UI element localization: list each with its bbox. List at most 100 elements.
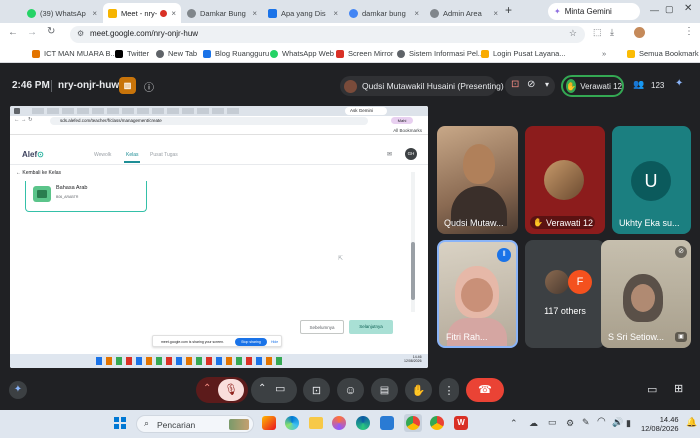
windows-start-icon[interactable] xyxy=(114,417,126,429)
bookmarks-overflow-icon[interactable]: » xyxy=(602,49,606,58)
bookmark-login-pusat[interactable]: Login Pusat Layana... xyxy=(481,49,566,58)
activity-icon[interactable]: ▥ xyxy=(119,77,136,94)
participant-name: Qudsi Mutaw... xyxy=(444,218,504,228)
wps-icon[interactable]: W xyxy=(454,416,468,430)
pen-icon[interactable]: ✎ xyxy=(582,417,590,428)
chevron-up-icon[interactable]: ⌃ xyxy=(510,418,518,429)
bookmark-ruangguru[interactable]: Blog Ruangguru xyxy=(203,49,269,58)
gear-icon[interactable]: ⚙ xyxy=(566,418,574,429)
gemini-notes-icon[interactable]: ✦ xyxy=(9,381,27,399)
more-options-button[interactable]: ⋮ xyxy=(439,378,459,402)
bookmark-new-tab[interactable]: New Tab xyxy=(156,49,197,58)
mic-control[interactable]: ⌃ 🎙 xyxy=(196,377,248,403)
tab-admin-area[interactable]: Admin Area × xyxy=(425,3,503,23)
tab-google-search[interactable]: damkar bung × xyxy=(344,3,424,23)
captions-button[interactable]: ▤ xyxy=(371,378,398,402)
user-avatar: GH xyxy=(405,148,417,160)
battery-level-icon[interactable]: ▮ xyxy=(626,418,631,429)
forward-icon[interactable]: → xyxy=(27,27,37,38)
emoji-button[interactable]: ☺ xyxy=(337,378,364,402)
url-bar[interactable]: ⚙ meet.google.com/nry-onjr-huw ☆ xyxy=(70,26,585,43)
meeting-code: nry-onjr-huw xyxy=(58,80,120,91)
present-options[interactable]: ⊡ ⊘ ▾ xyxy=(505,76,555,96)
profile-avatar[interactable] xyxy=(634,27,645,38)
shared-address-row: ← → ↻ sds.alefed.com/teacher/f/class/man… xyxy=(10,116,428,126)
notification-icon[interactable]: 🔔 xyxy=(686,417,697,428)
close-icon[interactable]: × xyxy=(168,9,176,18)
maximize-icon[interactable]: ▢ xyxy=(665,4,674,15)
google-icon xyxy=(349,8,358,18)
widgets-icon[interactable] xyxy=(262,416,276,430)
close-icon[interactable]: × xyxy=(411,9,419,18)
participant-tile-ukhty[interactable]: U Ukhty Eka su... xyxy=(612,126,691,234)
taskbar-search[interactable]: ⌕ Pencarian xyxy=(136,415,254,433)
participant-tile-qudsi[interactable]: Qudsi Mutaw... xyxy=(437,126,518,234)
bookmark-screen-mirror[interactable]: Screen Mirror xyxy=(336,49,393,58)
tab-apa-yang[interactable]: Apa yang Dis × xyxy=(263,3,343,23)
participant-tile-others[interactable]: F 117 others xyxy=(525,240,605,348)
close-icon[interactable]: × xyxy=(330,9,338,18)
participants-icon[interactable]: 👥 xyxy=(633,79,644,90)
star-icon[interactable]: ☆ xyxy=(569,28,577,39)
speaking-icon: ⦀ xyxy=(497,248,511,262)
cloud-icon[interactable]: ☁ xyxy=(529,418,538,429)
reload-icon[interactable]: ↻ xyxy=(47,26,55,37)
chat-icon[interactable]: ▭ xyxy=(647,383,657,396)
tab-meet[interactable]: Meet - nry- × xyxy=(103,3,181,23)
participant-tile-fitri[interactable]: ⦀ Fitri Rah... xyxy=(437,240,518,348)
activities-icon[interactable]: ⊞ xyxy=(674,382,683,395)
bookmark-ict[interactable]: ICT MAN MUARA B... xyxy=(32,49,117,58)
host-badge[interactable]: ✋ Verawati 12 xyxy=(561,75,624,97)
system-clock[interactable]: 14.46 12/08/2026 xyxy=(641,415,679,433)
chevron-up-icon: ⌃ xyxy=(203,383,212,394)
next-button-label: Selanjutnya xyxy=(359,324,383,329)
tab-damkar[interactable]: Damkar Bung × xyxy=(182,3,262,23)
back-icon[interactable]: ← xyxy=(8,27,18,38)
minimize-icon[interactable]: — xyxy=(650,5,659,15)
site-info-icon[interactable]: ⚙ xyxy=(77,29,84,38)
meeting-info-icon[interactable]: ⓘ xyxy=(144,79,154,94)
tab-whatsapp[interactable]: (39) WhatsAp × xyxy=(22,3,102,23)
file-explorer-icon[interactable] xyxy=(309,417,323,429)
shared-screen[interactable]: Ask Gemini ← → ↻ sds.alefed.com/teacher/… xyxy=(10,106,428,368)
volume-icon[interactable]: 🔊 xyxy=(612,417,623,428)
close-icon[interactable]: × xyxy=(490,9,498,18)
gemini-button[interactable]: ✦ Minta Gemini xyxy=(548,3,640,20)
clock-date: 12/08/2026 xyxy=(641,424,679,433)
present-button[interactable]: ⊡ xyxy=(303,378,330,402)
bookmark-label: Sistem Informasi Pel... xyxy=(409,49,485,58)
wifi-icon[interactable]: ◠ xyxy=(597,416,606,427)
close-icon[interactable]: × xyxy=(89,9,97,18)
raise-hand-button[interactable]: ✋ xyxy=(405,378,432,402)
leave-call-button[interactable]: ☎ xyxy=(466,378,504,402)
class-card: Bahasa Arab B06_ARABTR xyxy=(25,181,147,212)
menu-icon[interactable]: ⋮ xyxy=(684,26,694,37)
bookmark-sistem-informasi[interactable]: Sistem Informasi Pel... xyxy=(397,49,484,58)
close-window-icon[interactable]: ✕ xyxy=(684,3,692,14)
battery-icon[interactable]: ▭ xyxy=(548,417,557,428)
participant-face xyxy=(461,278,493,312)
participant-tile-sri[interactable]: ⊘ ▣ S Sri Setiow... xyxy=(601,240,691,348)
extensions-icon[interactable]: ⬚ xyxy=(593,27,602,38)
bookmark-twitter[interactable]: Twitter xyxy=(115,49,149,58)
download-icon[interactable]: ⤓ xyxy=(610,27,614,38)
participant-tile-verawati[interactable]: ✋ Verawati 12 xyxy=(525,126,605,234)
cursor-icon: ⇱ xyxy=(338,256,344,262)
shared-gemini-label: Ask Gemini xyxy=(350,108,374,113)
gemini-icon: ✦ xyxy=(554,7,561,16)
bookmark-whatsapp[interactable]: WhatsApp Web xyxy=(270,49,334,58)
bookmark-label: Twitter xyxy=(127,49,150,58)
presenter-chip[interactable]: Qudsi Mutawakil Husaini (Presenting) xyxy=(340,76,504,96)
camera-control[interactable]: ⌃ ▭ xyxy=(251,377,297,403)
copilot-icon[interactable] xyxy=(285,416,299,430)
sparkle-icon[interactable]: ✦ xyxy=(675,78,683,89)
new-tab-icon[interactable]: + xyxy=(505,3,512,17)
chrome-icon[interactable] xyxy=(430,416,444,430)
firefox-icon[interactable] xyxy=(332,416,346,430)
all-bookmarks[interactable]: Semua Bookmark xyxy=(627,49,699,58)
edge-icon[interactable] xyxy=(356,416,370,430)
chrome-taskbar-active[interactable] xyxy=(404,414,422,432)
page-icon xyxy=(268,8,277,18)
close-icon[interactable]: × xyxy=(249,9,257,18)
store-icon[interactable] xyxy=(380,416,394,430)
